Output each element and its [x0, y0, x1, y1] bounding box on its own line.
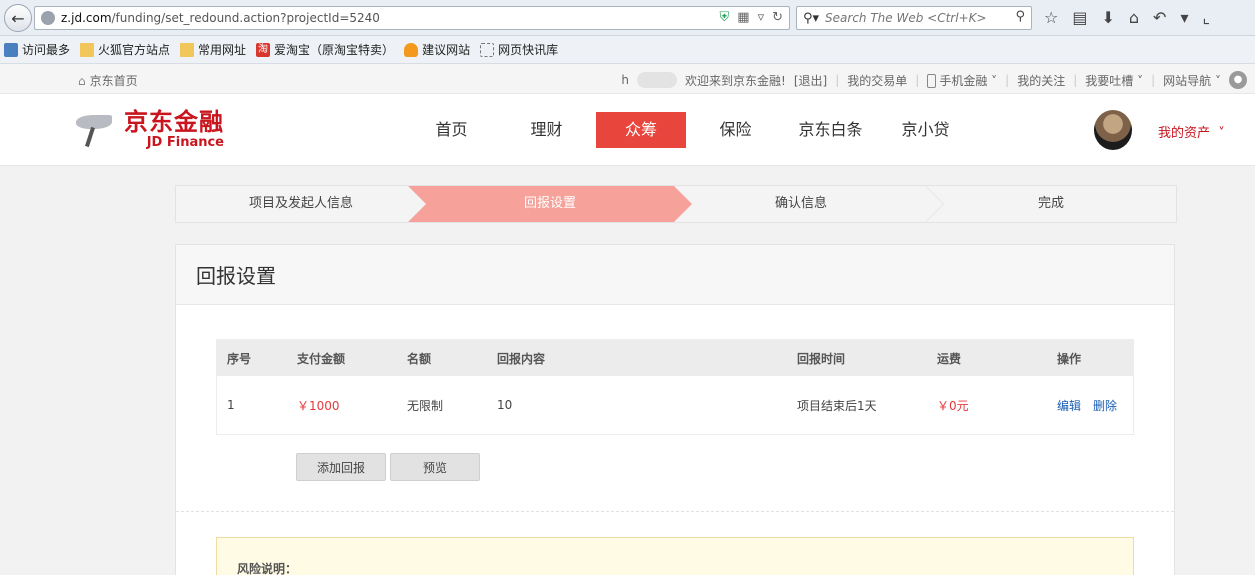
site-header: 京东金融 JD Finance 首页 理财 众筹 保险 京东白条 京小贷 我的资…	[0, 94, 1255, 166]
bookmark-firefox-sites[interactable]: 火狐官方站点	[80, 41, 170, 58]
site-nav-link[interactable]: 网站导航 ˅	[1163, 72, 1221, 89]
table-header: 序号 支付金额 名额 回报内容 回报时间 运费 操作	[217, 340, 1133, 376]
row-quota: 无限制	[407, 398, 444, 413]
chevron-down-icon: ˅	[1215, 73, 1221, 88]
preview-button[interactable]: 预览	[390, 453, 480, 481]
jd-dog-logo-icon	[74, 109, 118, 149]
row-shipping: ￥0元	[937, 398, 969, 413]
taobao-icon: 淘	[256, 42, 271, 57]
bookmark-most-visited[interactable]: 访问最多	[4, 41, 70, 58]
qr-code-icon[interactable]: ▦	[737, 10, 749, 25]
step-reward-settings: 回报设置	[408, 186, 692, 222]
edit-link[interactable]: 编辑	[1057, 399, 1081, 413]
bookmark-common-sites[interactable]: 常用网址	[180, 41, 246, 58]
nav-home[interactable]: 首页	[404, 112, 499, 148]
web-search-input[interactable]	[825, 11, 1016, 25]
welcome-text: 欢迎来到京东金融!	[685, 73, 786, 88]
blurred-username	[637, 72, 678, 88]
logo-cn-text: 京东金融	[124, 108, 224, 136]
web-slice-icon	[480, 42, 495, 57]
chevron-down-icon: ˅	[1137, 73, 1144, 88]
wechat-icon[interactable]: ●	[1229, 71, 1247, 89]
home-icon[interactable]: ⌂	[1129, 8, 1139, 27]
logo-en-text: JD Finance	[146, 135, 224, 150]
row-actions: 编辑 删除	[1047, 397, 1135, 414]
row-amount: ￥1000	[297, 398, 340, 413]
risk-title: 风险说明：	[237, 562, 298, 575]
arrow-left-icon: ←	[11, 8, 25, 28]
url-text[interactable]: z.jd.com/funding/set_redound.action?proj…	[61, 11, 380, 25]
add-reward-button[interactable]: 添加回报	[296, 453, 386, 481]
nav-baitiao[interactable]: 京东白条	[783, 112, 878, 148]
reading-list-icon[interactable]: ▤	[1072, 8, 1087, 27]
dropdown-arrow-icon[interactable]: ▿	[758, 10, 765, 25]
bulb-icon	[404, 42, 419, 57]
feedback-link[interactable]: 我要吐槽 ˅	[1085, 72, 1143, 89]
chevron-down-icon: ˅	[991, 73, 998, 88]
folder-icon	[80, 42, 95, 57]
step-project-info: 项目及发起人信息	[248, 196, 353, 211]
address-bar[interactable]: z.jd.com/funding/set_redound.action?proj…	[34, 6, 790, 30]
nav-jingxiaodai[interactable]: 京小贷	[878, 112, 973, 148]
my-assets-menu[interactable]: 我的资产 ˅	[1158, 122, 1225, 141]
my-orders-link[interactable]: 我的交易单	[847, 72, 907, 89]
phone-icon	[927, 74, 937, 88]
chevron-down-icon: ˅	[1218, 126, 1225, 141]
jd-home-link[interactable]: ⌂ 京东首页	[78, 72, 138, 89]
undo-icon[interactable]: ↶	[1153, 8, 1166, 27]
search-icon[interactable]: ⚲	[1015, 9, 1025, 24]
nav-crowdfunding[interactable]: 众筹	[596, 112, 686, 148]
main-nav: 首页 理财 众筹 保险 京东白条 京小贷	[404, 112, 973, 148]
row-content: 10	[497, 398, 513, 412]
divider	[176, 511, 1174, 512]
house-icon: ⌂	[78, 73, 86, 88]
step-confirm-info: 确认信息	[774, 196, 827, 211]
my-follows-link[interactable]: 我的关注	[1017, 72, 1065, 89]
table-row: 1 ￥1000 无限制 10 项目结束后1天 ￥0元 编辑 删除	[217, 376, 1133, 434]
reward-table: 序号 支付金额 名额 回报内容 回报时间 运费 操作 1 ￥1000 无限制 1…	[216, 339, 1134, 435]
globe-icon	[41, 11, 55, 25]
star-icon[interactable]: ☆	[1044, 8, 1058, 27]
mobile-finance-link[interactable]: 手机金融 ˅	[927, 72, 997, 89]
bookmark-ai-taobao[interactable]: 淘爱淘宝（原淘宝特卖）	[256, 41, 394, 58]
search-engine-icon[interactable]: ⚲▾	[803, 11, 819, 26]
panel-title: 回报设置	[176, 245, 1174, 305]
logout-link[interactable]: [退出]	[794, 72, 827, 89]
site-top-bar: ⌂ 京东首页 h 欢迎来到京东金融! [退出] | 我的交易单 | 手机金融 ˅ …	[0, 64, 1255, 94]
row-index: 1	[227, 398, 235, 412]
folder-icon	[180, 42, 195, 57]
row-time: 项目结束后1天	[797, 398, 877, 413]
bookmark-suggested-sites[interactable]: 建议网站	[404, 41, 470, 58]
reward-settings-panel: 回报设置 序号 支付金额 名额 回报内容 回报时间 运费 操作 1 ￥1000 …	[175, 244, 1175, 575]
web-search-box[interactable]: ⚲▾ ⚲	[796, 6, 1032, 30]
bookmarks-bar: 访问最多 火狐官方站点 常用网址 淘爱淘宝（原淘宝特卖） 建议网站 网页快讯库	[0, 36, 1255, 64]
shield-icon[interactable]: ⛨	[720, 10, 730, 25]
step-complete: 完成	[1037, 196, 1064, 211]
jd-finance-logo[interactable]: 京东金融 JD Finance	[74, 108, 224, 150]
browser-nav-bar: ← z.jd.com/funding/set_redound.action?pr…	[0, 0, 1255, 36]
back-button[interactable]: ←	[4, 4, 32, 32]
delete-link[interactable]: 删除	[1093, 399, 1117, 413]
risk-notice: 风险说明：	[216, 537, 1134, 575]
download-icon[interactable]: ⬇	[1101, 8, 1114, 27]
most-visited-icon	[4, 42, 18, 57]
progress-steps: 项目及发起人信息 回报设置 确认信息 完成	[175, 185, 1177, 223]
avatar[interactable]	[1094, 110, 1132, 150]
menu-dropdown-icon[interactable]: ▾	[1180, 8, 1188, 27]
reload-icon[interactable]: ↻	[772, 10, 783, 25]
nav-wealth[interactable]: 理财	[499, 112, 594, 148]
bookmark-web-slice[interactable]: 网页快讯库	[480, 41, 558, 58]
crop-icon[interactable]: ⌞	[1202, 8, 1210, 27]
user-initial: h	[621, 73, 630, 87]
nav-insurance[interactable]: 保险	[688, 112, 783, 148]
